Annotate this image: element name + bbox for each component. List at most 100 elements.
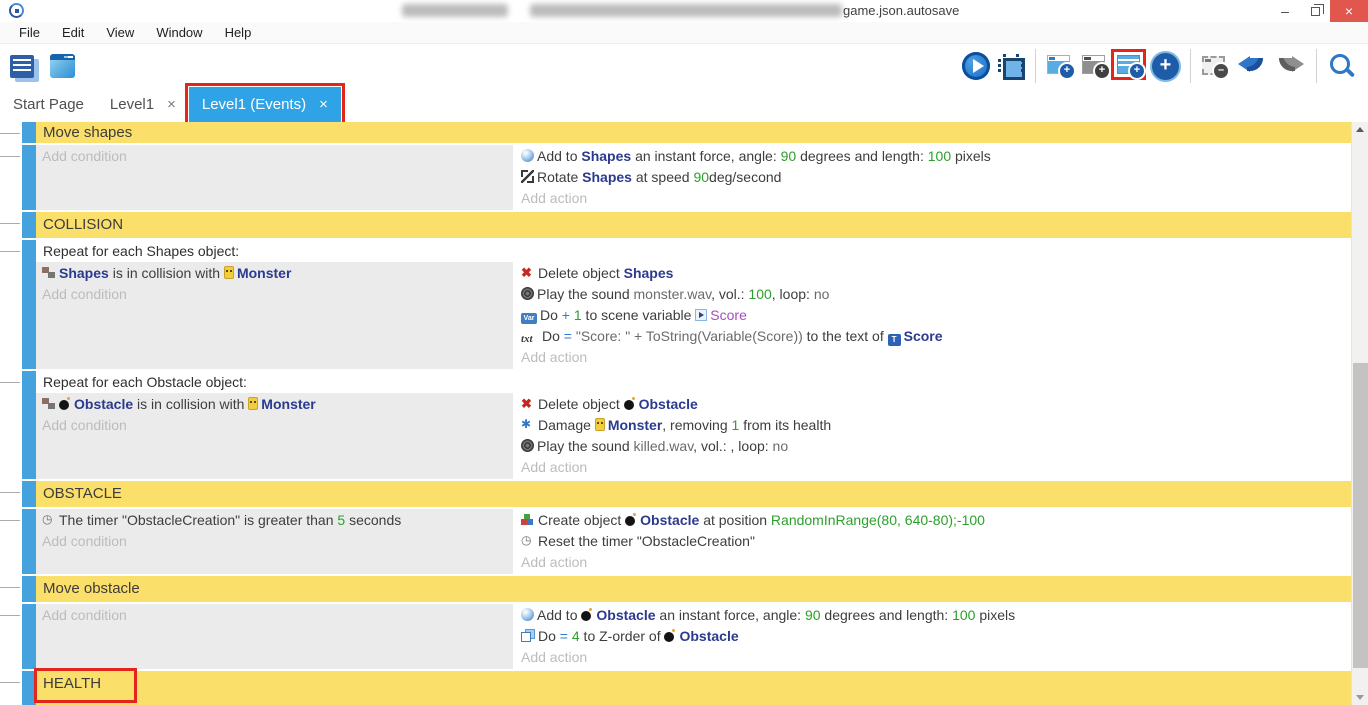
scroll-up-icon[interactable] bbox=[1356, 127, 1364, 132]
tab-close-icon[interactable]: × bbox=[319, 96, 328, 113]
menu-item-view[interactable]: View bbox=[95, 22, 145, 43]
add-action-button[interactable]: Add action bbox=[515, 647, 1351, 668]
add-comment-icon[interactable] bbox=[1082, 55, 1105, 74]
add-condition-button[interactable]: Add condition bbox=[36, 146, 513, 167]
add-condition-button[interactable]: Add condition bbox=[36, 284, 513, 305]
tab-bar: Start PageLevel1×Level1 (Events)× bbox=[0, 87, 1368, 122]
action-line[interactable]: Rotate Shapes at speed 90deg/second bbox=[515, 167, 1351, 188]
obstacle-icon bbox=[581, 608, 593, 621]
condition-line[interactable]: Obstacle is in collision with Monster bbox=[36, 394, 513, 415]
search-icon[interactable] bbox=[1328, 52, 1356, 80]
preview-icon[interactable] bbox=[962, 52, 990, 80]
repeat-event-header[interactable]: Repeat for each Shapes object: bbox=[36, 240, 1351, 262]
action-line[interactable]: Add to Shapes an instant force, angle: 9… bbox=[515, 146, 1351, 167]
event-drag-handle[interactable] bbox=[0, 576, 22, 602]
event-drag-handle[interactable] bbox=[0, 145, 22, 210]
toolbar-left-group bbox=[0, 54, 75, 78]
timer-icon bbox=[521, 534, 535, 547]
action-line[interactable]: Play the sound monster.wav, vol.: 100, l… bbox=[515, 284, 1351, 305]
menu-item-help[interactable]: Help bbox=[214, 22, 263, 43]
minimize-button[interactable]: – bbox=[1270, 0, 1300, 22]
action-line[interactable]: Play the sound killed.wav, vol.: , loop:… bbox=[515, 436, 1351, 457]
add-action-button[interactable]: Add action bbox=[515, 188, 1351, 209]
scene-editor-icon[interactable] bbox=[50, 54, 75, 78]
action-line[interactable]: Delete object Shapes bbox=[515, 263, 1351, 284]
delete-event-icon[interactable] bbox=[1202, 56, 1225, 75]
action-line[interactable]: Do = 4 to Z-order of Obstacle bbox=[515, 626, 1351, 647]
blurred-title-text bbox=[402, 4, 508, 17]
event-selection-bar[interactable] bbox=[22, 145, 36, 210]
event-selection-bar[interactable] bbox=[22, 212, 36, 238]
add-condition-button[interactable]: Add condition bbox=[36, 531, 513, 552]
event-selection-bar[interactable] bbox=[22, 122, 36, 143]
redo-icon[interactable] bbox=[1275, 54, 1305, 79]
add-subevent-icon[interactable] bbox=[1117, 55, 1140, 74]
monster-icon bbox=[248, 397, 258, 410]
event-group-title[interactable]: OBSTACLE bbox=[36, 481, 1351, 507]
delete-icon bbox=[521, 397, 535, 410]
event-group-title[interactable]: HEALTH bbox=[36, 671, 1351, 697]
action-line[interactable]: Damage Monster, removing 1 from its heal… bbox=[515, 415, 1351, 436]
debug-icon[interactable] bbox=[998, 53, 1024, 79]
action-line[interactable]: Delete object Obstacle bbox=[515, 394, 1351, 415]
menu-item-window[interactable]: Window bbox=[145, 22, 213, 43]
event-selection-bar[interactable] bbox=[22, 576, 36, 602]
undo-icon[interactable] bbox=[1237, 54, 1267, 79]
action-line[interactable]: txtDo = "Score: " + ToString(Variable(Sc… bbox=[515, 326, 1351, 347]
add-condition-button[interactable]: Add condition bbox=[36, 415, 513, 436]
add-icon[interactable] bbox=[1152, 53, 1179, 80]
collision-icon bbox=[42, 397, 56, 410]
condition-line[interactable]: Shapes is in collision with Monster bbox=[36, 263, 513, 284]
event-drag-handle[interactable] bbox=[0, 604, 22, 669]
repeat-event-header[interactable]: Repeat for each Obstacle object: bbox=[36, 371, 1351, 393]
event-selection-bar[interactable] bbox=[22, 604, 36, 669]
obstacle-icon bbox=[664, 629, 676, 642]
add-action-button[interactable]: Add action bbox=[515, 347, 1351, 368]
obstacle-icon bbox=[59, 397, 71, 410]
sound-icon bbox=[521, 439, 534, 452]
project-manager-icon[interactable] bbox=[10, 55, 34, 78]
event-selection-bar[interactable] bbox=[22, 371, 36, 479]
scroll-thumb[interactable] bbox=[1353, 363, 1368, 668]
add-action-button[interactable]: Add action bbox=[515, 552, 1351, 573]
condition-line[interactable]: The timer "ObstacleCreation" is greater … bbox=[36, 510, 513, 531]
action-line[interactable]: Reset the timer "ObstacleCreation" bbox=[515, 531, 1351, 552]
event-selection-bar[interactable] bbox=[22, 509, 36, 574]
tab-close-icon[interactable]: × bbox=[167, 96, 176, 113]
actions-column: Delete object ShapesPlay the sound monst… bbox=[515, 262, 1351, 369]
delete-icon bbox=[521, 266, 535, 279]
tab-level1-events[interactable]: Level1 (Events)× bbox=[189, 87, 341, 122]
scrollbar-track[interactable] bbox=[1351, 122, 1368, 705]
scroll-down-icon[interactable] bbox=[1356, 695, 1364, 700]
event-selection-bar[interactable] bbox=[22, 240, 36, 369]
action-line[interactable]: Create object Obstacle at position Rando… bbox=[515, 510, 1351, 531]
damage-icon bbox=[521, 418, 535, 431]
event-selection-bar[interactable] bbox=[22, 671, 36, 705]
maximize-button[interactable] bbox=[1300, 0, 1330, 22]
event-group-title[interactable]: Move shapes bbox=[36, 122, 1351, 143]
menu-item-edit[interactable]: Edit bbox=[51, 22, 95, 43]
event-block: Repeat for each Obstacle object:Obstacle… bbox=[0, 371, 1351, 479]
add-event-icon[interactable] bbox=[1047, 55, 1070, 74]
event-selection-bar[interactable] bbox=[22, 481, 36, 507]
menu-item-file[interactable]: File bbox=[8, 22, 51, 43]
event-drag-handle[interactable] bbox=[0, 240, 22, 369]
event-drag-handle[interactable] bbox=[0, 671, 22, 705]
tab-level1[interactable]: Level1× bbox=[97, 87, 189, 122]
close-button[interactable]: × bbox=[1330, 0, 1368, 22]
tab-start-page[interactable]: Start Page bbox=[0, 87, 97, 122]
event-drag-handle[interactable] bbox=[0, 371, 22, 479]
event-group-title[interactable]: Move obstacle bbox=[36, 576, 1351, 602]
actions-column: Create object Obstacle at position Rando… bbox=[515, 509, 1351, 574]
event-drag-handle[interactable] bbox=[0, 212, 22, 238]
event-drag-handle[interactable] bbox=[0, 122, 22, 143]
event-group-title[interactable]: COLLISION bbox=[36, 212, 1351, 238]
add-action-button[interactable]: Add action bbox=[515, 457, 1351, 478]
action-line[interactable]: Add to Obstacle an instant force, angle:… bbox=[515, 605, 1351, 626]
action-line[interactable]: VarDo + 1 to scene variable Score bbox=[515, 305, 1351, 326]
event-drag-handle[interactable] bbox=[0, 481, 22, 507]
add-condition-button[interactable]: Add condition bbox=[36, 605, 513, 626]
toolbar-right-group bbox=[962, 49, 1368, 83]
event-drag-handle[interactable] bbox=[0, 509, 22, 574]
create-icon bbox=[521, 513, 535, 526]
